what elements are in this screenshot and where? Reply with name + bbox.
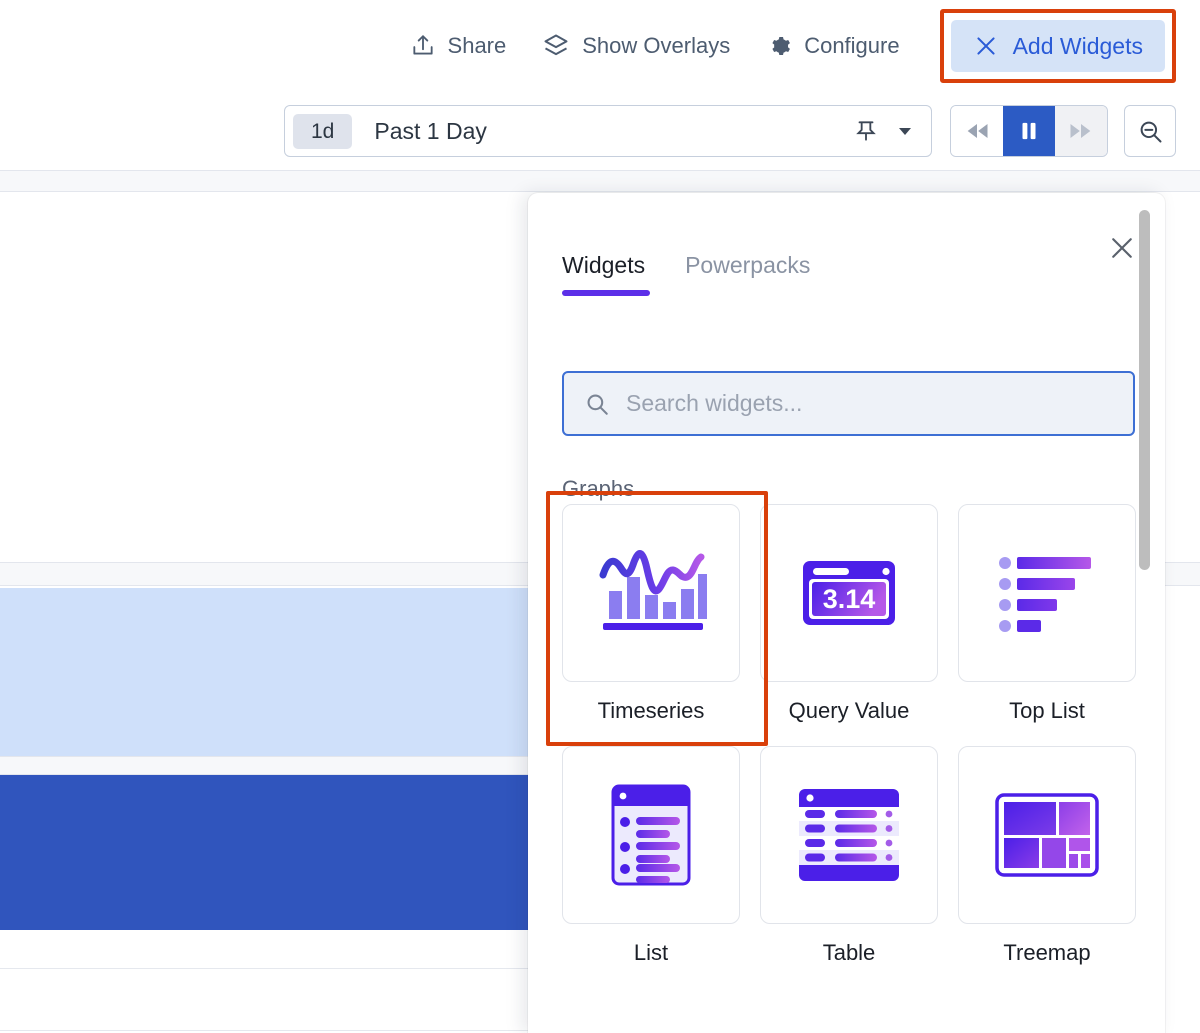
widget-label-query-value: Query Value: [788, 698, 910, 723]
dashboard-toolbar: Share Show Overlays Configure Add Widget…: [0, 0, 1200, 92]
configure-label: Configure: [804, 33, 900, 58]
rewind-button[interactable]: [951, 106, 1003, 156]
timeseries-icon: [595, 547, 707, 639]
canvas-divider-2: [0, 1030, 528, 1031]
time-range-label: Past 1 Day: [374, 117, 487, 144]
add-widgets-panel: Widgets Powerpacks Graphs: [528, 193, 1165, 1033]
widget-label-treemap: Treemap: [1003, 940, 1091, 965]
query-value-icon: 3.14: [799, 549, 899, 637]
widget-cell-table[interactable]: Table: [760, 746, 938, 966]
list-icon: [610, 783, 692, 887]
canvas-row-dark: [0, 775, 528, 930]
canvas-divider-1: [0, 968, 528, 969]
zoom-out-icon: [1136, 117, 1164, 145]
gear-icon: [766, 33, 792, 59]
pin-icon[interactable]: [853, 118, 879, 144]
top-list-icon: [997, 550, 1097, 636]
tab-powerpacks-label: Powerpacks: [685, 252, 811, 278]
pause-button[interactable]: [1003, 106, 1055, 156]
widget-cell-query-value[interactable]: 3.14 Query Value: [760, 504, 938, 724]
panel-scrollbar-track[interactable]: [1139, 200, 1158, 1033]
widget-card-query-value[interactable]: 3.14: [760, 504, 938, 682]
app-root: Share Show Overlays Configure Add Widget…: [0, 0, 1200, 1033]
share-label: Share: [447, 33, 507, 58]
widget-card-top-list[interactable]: [958, 504, 1136, 682]
zoom-out-button[interactable]: [1124, 105, 1176, 157]
widget-label-timeseries: Timeseries: [597, 698, 705, 723]
canvas-row-light: [0, 588, 528, 756]
widget-cell-list[interactable]: List: [562, 746, 740, 966]
svg-text:3.14: 3.14: [823, 584, 876, 614]
show-overlays-button[interactable]: Show Overlays: [524, 26, 748, 66]
panel-tabs: Widgets Powerpacks: [562, 252, 811, 297]
layers-icon: [542, 32, 570, 60]
widget-card-treemap[interactable]: [958, 746, 1136, 924]
search-input[interactable]: [626, 390, 1113, 417]
configure-button[interactable]: Configure: [748, 26, 917, 66]
time-range-badge: 1d: [293, 113, 353, 149]
add-widgets-highlight: Add Widgets: [939, 9, 1176, 83]
add-widgets-label: Add Widgets: [1012, 32, 1143, 59]
add-widgets-button[interactable]: Add Widgets: [950, 20, 1165, 72]
tab-widgets[interactable]: Widgets: [562, 252, 651, 297]
share-button[interactable]: Share: [392, 26, 525, 66]
fast-forward-button[interactable]: [1055, 106, 1107, 156]
widget-cell-timeseries[interactable]: Timeseries: [546, 491, 768, 746]
panel-close-button[interactable]: [1105, 231, 1139, 265]
widget-label-list: List: [633, 940, 669, 965]
chevron-down-icon[interactable]: [893, 119, 921, 143]
share-icon: [410, 33, 436, 59]
panel-scrollbar-thumb[interactable]: [1139, 210, 1150, 570]
canvas-strip-top: [0, 170, 1200, 192]
playback-controls: [950, 105, 1108, 157]
widget-label-table: Table: [822, 940, 876, 965]
widget-cell-treemap[interactable]: Treemap: [958, 746, 1136, 966]
widget-card-timeseries[interactable]: [562, 504, 740, 682]
close-x-icon: [973, 33, 999, 59]
time-controls-row: 1d Past 1 Day: [0, 92, 1200, 170]
widget-card-list[interactable]: [562, 746, 740, 924]
tab-powerpacks[interactable]: Powerpacks: [685, 252, 811, 296]
treemap-icon: [995, 793, 1099, 877]
section-title-graphs: Graphs: [562, 476, 635, 501]
widget-cell-top-list[interactable]: Top List: [958, 504, 1136, 724]
time-range-picker[interactable]: 1d Past 1 Day: [284, 105, 932, 157]
widget-card-table[interactable]: [760, 746, 938, 924]
tab-widgets-label: Widgets: [562, 252, 646, 278]
show-overlays-label: Show Overlays: [582, 33, 731, 58]
widget-search-field[interactable]: [562, 371, 1135, 436]
widget-grid: Timeseries 3.14 Query Value Top List Lis…: [546, 491, 1138, 988]
canvas-strip-gap: [0, 756, 528, 775]
widget-label-top-list: Top List: [1009, 698, 1085, 723]
search-icon: [584, 391, 610, 417]
table-icon: [797, 787, 901, 883]
